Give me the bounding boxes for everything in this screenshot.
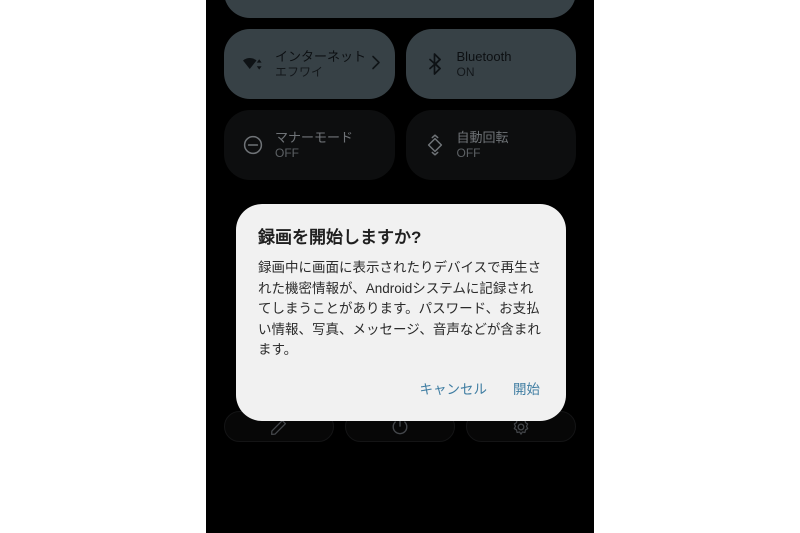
phone-screen: インターネット エフワイ Bluetooth ON マナーモード OFF 自動回… xyxy=(206,0,594,533)
start-button[interactable]: 開始 xyxy=(511,377,542,403)
cancel-button[interactable]: キャンセル xyxy=(418,377,490,403)
dialog-body: 録画中に画面に表示されたりデバイスで再生された機密情報が、Androidシステム… xyxy=(258,260,542,357)
dialog-title: 録画を開始しますか? xyxy=(258,228,422,247)
screenshot-root: インターネット エフワイ Bluetooth ON マナーモード OFF 自動回… xyxy=(0,0,800,533)
dialog-actions: キャンセル 開始 xyxy=(258,377,544,409)
screen-record-dialog: 録画を開始しますか? 録画中に画面に表示されたりデバイスで再生された機密情報が、… xyxy=(236,204,566,421)
